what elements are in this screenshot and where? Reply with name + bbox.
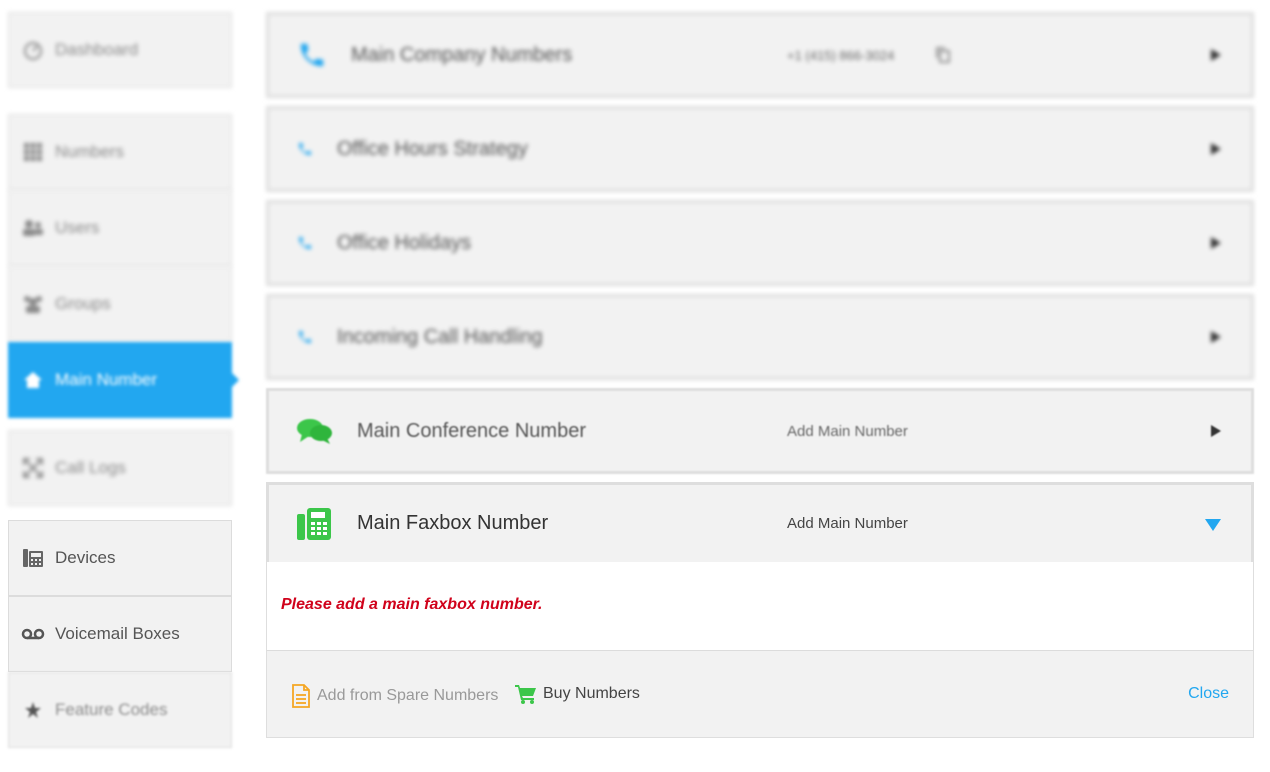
row-main-conference-number[interactable]: Main Conference Number Add Main Number (266, 388, 1254, 474)
expand-arrow-icon[interactable] (1211, 237, 1221, 249)
phone-icon (297, 141, 313, 157)
copy-icon[interactable] (935, 46, 951, 64)
row-incoming-call-handling[interactable]: Incoming Call Handling (266, 294, 1254, 380)
desk-phone-icon (21, 548, 45, 568)
groups-icon (21, 294, 45, 314)
call-logs-icon (21, 457, 45, 479)
phone-icon (297, 329, 313, 345)
sidebar-item-main-number[interactable]: Main Number (8, 342, 239, 418)
row-title: Incoming Call Handling (337, 325, 543, 348)
fax-icon (297, 506, 333, 542)
sidebar-item-label: Feature Codes (55, 700, 168, 719)
row-title: Main Company Numbers (351, 43, 573, 66)
phone-icon (297, 40, 327, 70)
faxbox-panel-footer: Add from Spare Numbers Buy Numbers Close (266, 650, 1254, 738)
expand-arrow-icon[interactable] (1211, 49, 1221, 61)
dashboard-icon (21, 40, 45, 60)
row-office-hours-strategy[interactable]: Office Hours Strategy (266, 106, 1254, 192)
error-message: Please add a main faxbox number. (281, 596, 543, 613)
collapse-arrow-icon[interactable] (1205, 518, 1221, 531)
buy-numbers-button[interactable]: Buy Numbers (515, 684, 640, 704)
row-office-holidays[interactable]: Office Holidays (266, 200, 1254, 286)
faxbox-panel-body: Please add a main faxbox number. (266, 562, 1254, 650)
sidebar-item-label: Numbers (55, 142, 124, 161)
row-main-faxbox-number[interactable]: Main Faxbox Number Add Main Number (266, 482, 1254, 562)
home-icon (21, 370, 45, 390)
buy-numbers-label: Buy Numbers (543, 685, 640, 702)
document-icon (291, 684, 311, 708)
close-button[interactable]: Close (1188, 685, 1229, 703)
grid-icon (21, 142, 45, 162)
voicemail-icon (21, 627, 45, 641)
expand-arrow-icon[interactable] (1211, 143, 1221, 155)
sidebar-item-voicemail-boxes[interactable]: Voicemail Boxes (8, 596, 232, 672)
add-from-spare-numbers-label: Add from Spare Numbers (317, 687, 499, 704)
add-main-number-link[interactable]: Add Main Number (787, 515, 908, 532)
row-main-company-numbers[interactable]: Main Company Numbers +1 (415) 866-3024 (266, 12, 1254, 98)
sidebar-item-devices[interactable]: Devices (8, 520, 232, 596)
sidebar-item-call-logs[interactable]: Call Logs (8, 430, 232, 506)
sidebar-item-label: Users (55, 218, 100, 237)
add-from-spare-numbers-button[interactable]: Add from Spare Numbers (291, 684, 498, 708)
row-title: Office Hours Strategy (337, 137, 528, 160)
sidebar-item-numbers[interactable]: Numbers (8, 114, 232, 190)
phone-icon (297, 235, 313, 251)
add-main-number-link[interactable]: Add Main Number (787, 423, 908, 440)
chat-bubbles-icon (297, 417, 333, 445)
row-title: Main Faxbox Number (357, 512, 549, 534)
shopping-cart-icon (515, 684, 537, 704)
sidebar-item-label: Dashboard (55, 40, 139, 59)
sidebar-item-feature-codes[interactable]: Feature Codes (8, 672, 232, 748)
sidebar-item-label: Devices (55, 548, 116, 567)
sidebar-item-label: Voicemail Boxes (55, 624, 180, 643)
star-icon (21, 701, 45, 719)
sidebar-item-groups[interactable]: Groups (8, 266, 232, 342)
expand-arrow-icon[interactable] (1211, 331, 1221, 343)
row-title: Office Holidays (337, 231, 472, 254)
row-title: Main Conference Number (357, 419, 586, 442)
sidebar-item-label: Call Logs (55, 458, 126, 477)
sidebar-item-label: Groups (55, 294, 111, 313)
sidebar-item-users[interactable]: Users (8, 190, 232, 266)
expand-arrow-icon[interactable] (1211, 425, 1221, 437)
row-value: +1 (415) 866-3024 (787, 47, 895, 63)
sidebar-item-label: Main Number (55, 370, 158, 389)
users-icon (21, 218, 45, 238)
sidebar-item-dashboard[interactable]: Dashboard (8, 12, 232, 88)
